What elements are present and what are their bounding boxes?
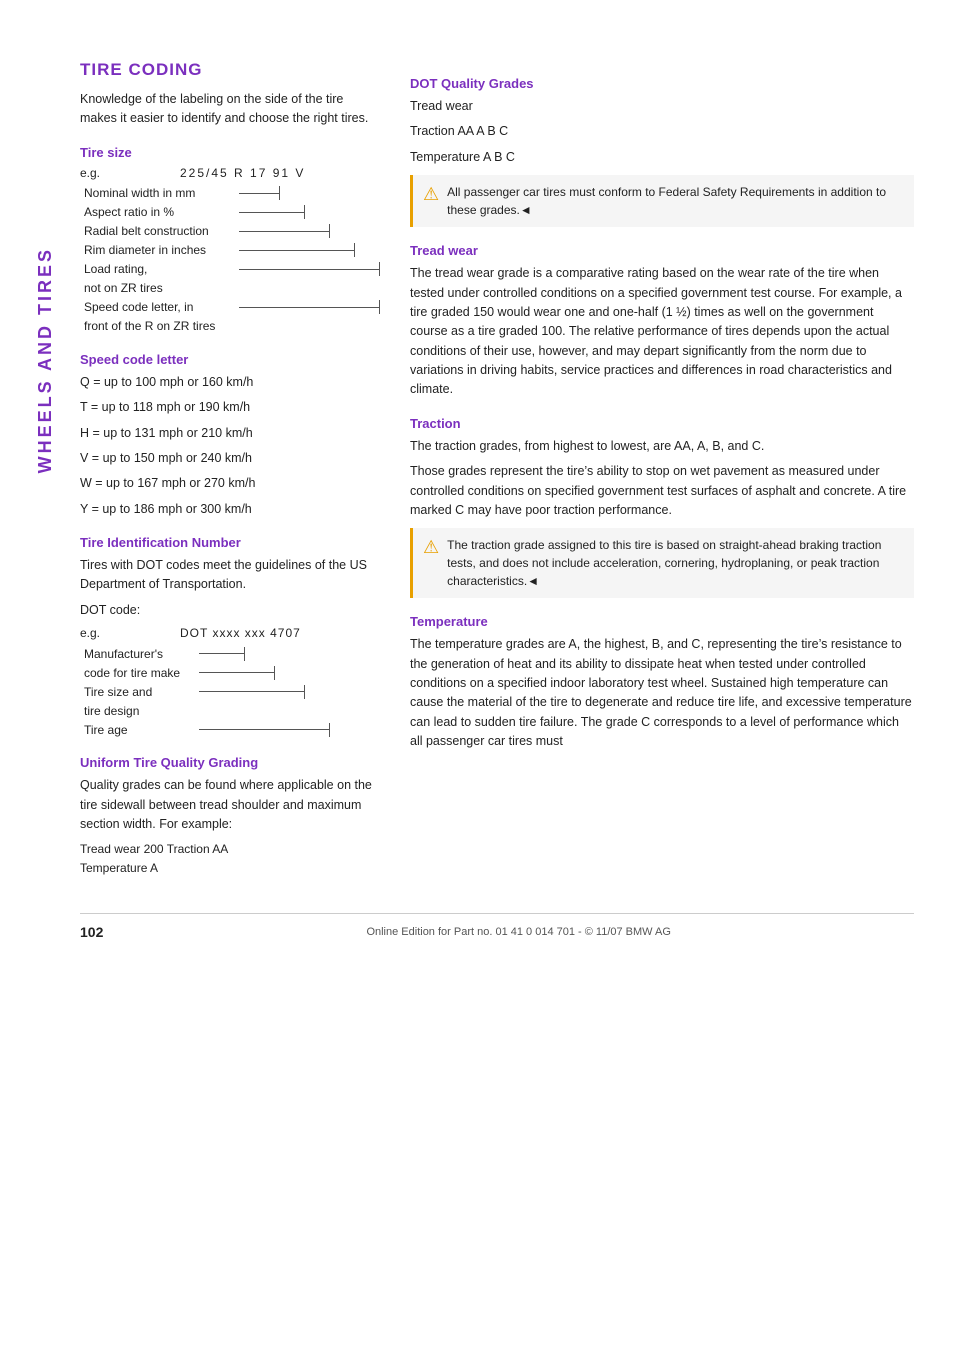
traction-text1: The traction grades, from highest to low… bbox=[410, 437, 914, 456]
footer-page-number: 102 bbox=[80, 924, 103, 940]
tire-id-title: Tire Identification Number bbox=[80, 535, 380, 550]
dot-quality-line2: Temperature A B C bbox=[410, 148, 914, 167]
temperature-text: The temperature grades are A, the highes… bbox=[410, 635, 914, 751]
speed-code-list: Q = up to 100 mph or 160 km/h T = up to … bbox=[80, 373, 380, 519]
tire-id-text1: Tires with DOT codes meet the guidelines… bbox=[80, 556, 380, 595]
dot-label-size2: tire design bbox=[84, 704, 199, 718]
uniform-tq-text: Quality grades can be found where applic… bbox=[80, 776, 380, 834]
warning-icon: ⚠ bbox=[423, 181, 439, 208]
label-nominal: Nominal width in mm bbox=[84, 186, 239, 200]
traction-title: Traction bbox=[410, 416, 914, 431]
label-rim: Rim diameter in inches bbox=[84, 243, 239, 257]
footer: 102 Online Edition for Part no. 01 41 0 … bbox=[80, 913, 914, 940]
dot-eg-label: e.g. bbox=[80, 626, 112, 640]
main-content: TIRE CODING Knowledge of the labeling on… bbox=[80, 60, 914, 883]
tire-code: 225/45 R 17 91 V bbox=[180, 166, 305, 180]
label-speed2: front of the R on ZR tires bbox=[84, 319, 239, 333]
dot-quality-title: DOT Quality Grades bbox=[410, 76, 914, 91]
traction-warning: ⚠ The traction grade assigned to this ti… bbox=[410, 528, 914, 598]
tire-eg-label: e.g. bbox=[80, 166, 112, 180]
speed-item-4: W = up to 167 mph or 270 km/h bbox=[80, 474, 380, 493]
temperature-title: Temperature bbox=[410, 614, 914, 629]
left-column: TIRE CODING Knowledge of the labeling on… bbox=[80, 60, 380, 883]
tread-wear-text: The tread wear grade is a comparative ra… bbox=[410, 264, 914, 400]
dot-code: DOT xxxx xxx 4707 bbox=[180, 626, 301, 640]
tread-wear-title: Tread wear bbox=[410, 243, 914, 258]
label-load1: Load rating, bbox=[84, 262, 239, 276]
label-load2: not on ZR tires bbox=[84, 281, 239, 295]
label-radial: Radial belt construction bbox=[84, 224, 239, 238]
dot-quality-warning-text: All passenger car tires must conform to … bbox=[447, 183, 904, 219]
tire-size-title: Tire size bbox=[80, 145, 380, 160]
intro-text: Knowledge of the labeling on the side of… bbox=[80, 90, 380, 129]
dot-quality-warning: ⚠ All passenger car tires must conform t… bbox=[410, 175, 914, 227]
speed-item-1: T = up to 118 mph or 190 km/h bbox=[80, 398, 380, 417]
dot-diagram: e.g. DOT xxxx xxx 4707 Manufacturer's co… bbox=[80, 626, 380, 739]
sidebar-label: WHEELS AND TIRES bbox=[35, 247, 56, 473]
dot-label-mfr1: Manufacturer's bbox=[84, 647, 199, 661]
label-speed1: Speed code letter, in bbox=[84, 300, 239, 314]
speed-item-5: Y = up to 186 mph or 300 km/h bbox=[80, 500, 380, 519]
uniform-tq-example: Tread wear 200 Traction AATemperature A bbox=[80, 840, 380, 877]
speed-code-title: Speed code letter bbox=[80, 352, 380, 367]
uniform-tq-title: Uniform Tire Quality Grading bbox=[80, 755, 380, 770]
speed-item-0: Q = up to 100 mph or 160 km/h bbox=[80, 373, 380, 392]
traction-warning-text: The traction grade assigned to this tire… bbox=[447, 536, 904, 590]
footer-text: Online Edition for Part no. 01 41 0 014 … bbox=[123, 926, 914, 938]
right-column: DOT Quality Grades Tread wear Traction A… bbox=[410, 60, 914, 883]
speed-item-3: V = up to 150 mph or 240 km/h bbox=[80, 449, 380, 468]
page-title: TIRE CODING bbox=[80, 60, 380, 80]
sidebar: WHEELS AND TIRES bbox=[30, 160, 60, 560]
dot-label-mfr2: code for tire make bbox=[84, 666, 199, 680]
dot-label-size1: Tire size and bbox=[84, 685, 199, 699]
traction-text2: Those grades represent the tire’s abilit… bbox=[410, 462, 914, 520]
traction-warning-icon: ⚠ bbox=[423, 534, 439, 561]
dot-quality-line0: Tread wear bbox=[410, 97, 914, 116]
dot-label-age: Tire age bbox=[84, 723, 199, 737]
tire-size-diagram: e.g. 225/45 R 17 91 V Nominal width in m… bbox=[80, 166, 380, 336]
label-aspect: Aspect ratio in % bbox=[84, 205, 239, 219]
dot-code-label: DOT code: bbox=[80, 601, 380, 620]
dot-quality-line1: Traction AA A B C bbox=[410, 122, 914, 141]
page: WHEELS AND TIRES TIRE CODING Knowledge o… bbox=[0, 0, 954, 1350]
speed-item-2: H = up to 131 mph or 210 km/h bbox=[80, 424, 380, 443]
